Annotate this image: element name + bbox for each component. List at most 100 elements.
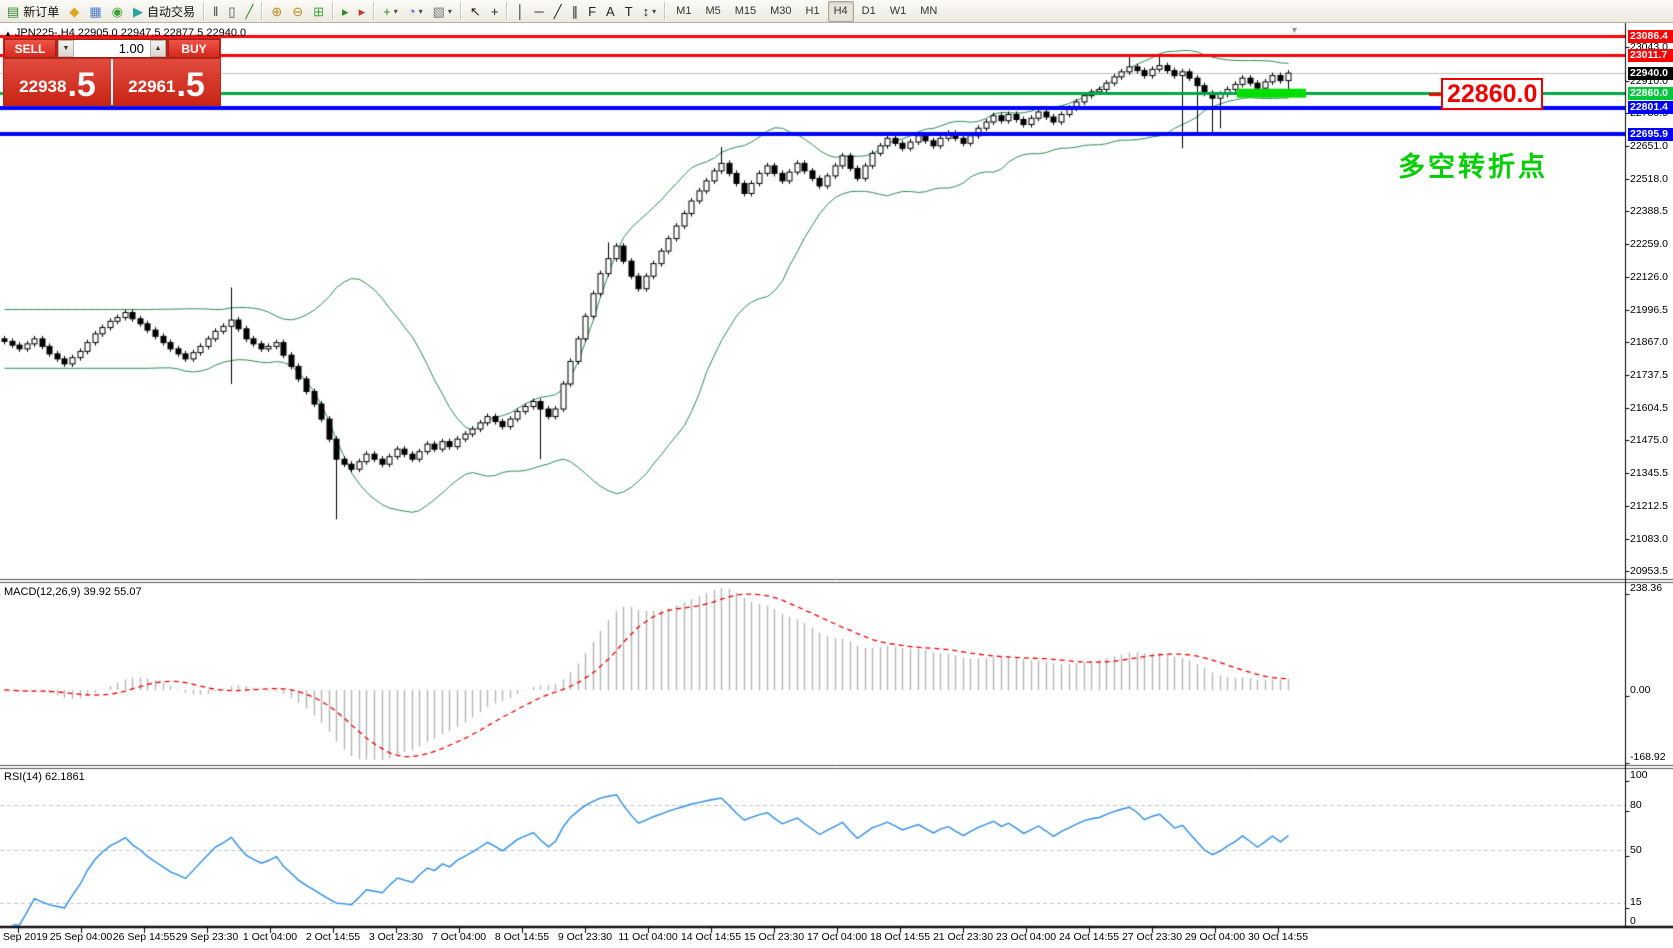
- timeframe-w1-button[interactable]: W1: [884, 1, 913, 22]
- cursor-button[interactable]: ↖: [466, 1, 485, 22]
- price-tick-label: 21083.0: [1630, 533, 1668, 545]
- zoom-out-button[interactable]: ⊖: [288, 1, 307, 22]
- chinese-note-text[interactable]: 多空转折点: [1398, 145, 1548, 184]
- collapse-triangle-icon[interactable]: ▲: [4, 29, 12, 38]
- time-axis-label: 30 Oct 14:55: [1248, 931, 1308, 943]
- templates-button[interactable]: ▧▾: [429, 1, 456, 22]
- candlestick-chart-button[interactable]: ▯: [224, 1, 239, 22]
- time-axis-label: 26 Sep 14:55: [113, 931, 175, 943]
- chevron-down-icon: ▾: [652, 7, 656, 16]
- chart-shift-button[interactable]: ▸: [355, 1, 370, 22]
- price-tick-label: 22126.0: [1630, 271, 1668, 283]
- price-line-label: 22801.4: [1628, 101, 1673, 114]
- time-axis-label: 25 Sep 04:00: [50, 931, 112, 943]
- horizontal-line-icon: ─: [535, 5, 544, 18]
- tile-windows-icon: ⊞: [313, 5, 324, 18]
- text-label-button[interactable]: T: [621, 1, 637, 22]
- metaeditor-button[interactable]: ▦: [85, 1, 105, 22]
- price-tick-label: 21867.0: [1630, 336, 1668, 348]
- templates-icon: ▧: [433, 5, 445, 18]
- timeframe-m15-button[interactable]: M15: [729, 1, 762, 22]
- one-click-trading-panel: SELL ▼ ▲ BUY 22938.5 22961.5: [3, 38, 221, 106]
- time-axis-label: 14 Oct 14:55: [681, 931, 741, 943]
- periods-button[interactable]: ◔▾: [404, 1, 427, 22]
- new-order-button[interactable]: ▤新订单: [3, 1, 63, 22]
- chart-shift-marker-icon[interactable]: ▼: [1290, 25, 1299, 35]
- text-button[interactable]: A: [602, 1, 619, 22]
- price-tick-label: 21996.5: [1630, 304, 1668, 316]
- bar-chart-button[interactable]: ‖: [209, 1, 222, 22]
- cursor-icon: ↖: [470, 5, 481, 18]
- fibonacci-button[interactable]: F: [584, 1, 600, 22]
- macd-label: MACD(12,26,9) 39.92 55.07: [4, 586, 142, 598]
- vertical-line-button[interactable]: │: [512, 1, 528, 22]
- bar-chart-icon: ‖: [213, 5, 218, 18]
- arrows-button[interactable]: ↕▾: [639, 1, 661, 22]
- price-tick-label: 22259.0: [1630, 238, 1668, 250]
- horizontal-line-button[interactable]: ─: [531, 1, 548, 22]
- tile-windows-button[interactable]: ⊞: [309, 1, 328, 22]
- toolbar: ▤新订单◆▦◉▶自动交易‖▯╱⊕⊖⊞▸▸+▾◔▾▧▾↖+│─╱∥FAT↕▾M1M…: [0, 0, 1673, 23]
- price-line-label: 22940.0: [1628, 67, 1673, 80]
- autotrading-icon: ▶: [133, 5, 143, 18]
- candlestick-chart-icon: ▯: [228, 5, 235, 18]
- line-chart-button[interactable]: ╱: [242, 1, 258, 22]
- timeframe-m5-button[interactable]: M5: [699, 1, 726, 22]
- volume-decrease-button[interactable]: ▼: [58, 40, 74, 57]
- price-annotation-box[interactable]: 22860.0: [1441, 78, 1543, 110]
- timeframe-h1-button[interactable]: H1: [800, 1, 826, 22]
- timeframe-m30-button[interactable]: M30: [764, 1, 797, 22]
- market-watch-button[interactable]: ◆: [65, 1, 83, 22]
- equidistant-channel-button[interactable]: ∥: [568, 1, 583, 22]
- buy-price-pip: .5: [176, 68, 204, 102]
- buy-price[interactable]: 22961.5: [113, 59, 220, 105]
- time-axis-label: 7 Oct 04:00: [432, 931, 486, 943]
- volume-input[interactable]: [74, 40, 150, 57]
- periods-icon: ◔: [408, 5, 416, 18]
- price-line-label: 22860.0: [1628, 87, 1673, 100]
- vertical-line-icon: │: [516, 5, 524, 18]
- sell-button[interactable]: SELL: [4, 39, 56, 58]
- auto-scroll-button[interactable]: ▸: [338, 1, 353, 22]
- fibonacci-icon: F: [588, 5, 596, 18]
- indicators-button[interactable]: +▾: [379, 1, 402, 22]
- timeframe-m1-button[interactable]: M1: [670, 1, 697, 22]
- macd-axis-label: 0.00: [1630, 684, 1650, 696]
- price-tick-label: 21345.5: [1630, 467, 1668, 479]
- rsi-axis-label: 80: [1630, 799, 1642, 811]
- price-line-label: 23086.4: [1628, 30, 1673, 43]
- price-tick-label: 20953.5: [1630, 565, 1668, 577]
- zoom-in-icon: ⊕: [271, 5, 282, 18]
- time-axis-label: 18 Oct 14:55: [870, 931, 930, 943]
- price-tick-label: 21604.5: [1630, 402, 1668, 414]
- text-label-icon: T: [625, 5, 633, 18]
- chart-canvas[interactable]: [0, 0, 1673, 948]
- time-axis-label: 23 Oct 04:00: [996, 931, 1056, 943]
- chevron-down-icon: ▾: [419, 7, 423, 16]
- timeframe-mn-button[interactable]: MN: [914, 1, 943, 22]
- autotrading-button[interactable]: ▶自动交易: [129, 1, 199, 22]
- buy-button[interactable]: BUY: [168, 39, 220, 58]
- metaeditor-icon: ▦: [89, 5, 101, 18]
- timeframe-d1-button[interactable]: D1: [856, 1, 882, 22]
- sell-price-main: 22938: [19, 72, 66, 102]
- volume-increase-button[interactable]: ▲: [150, 40, 166, 57]
- time-axis-label: 3 Oct 23:30: [369, 931, 423, 943]
- zoom-in-button[interactable]: ⊕: [267, 1, 286, 22]
- price-line-label: 23011.7: [1628, 49, 1673, 62]
- price-tick-label: 22388.5: [1630, 205, 1668, 217]
- trendline-icon: ╱: [554, 5, 562, 18]
- rsi-axis-label: 0: [1630, 915, 1636, 927]
- signals-icon: ◉: [112, 5, 123, 18]
- sell-price-pip: .5: [67, 68, 95, 102]
- timeframe-h4-button[interactable]: H4: [828, 1, 854, 22]
- time-axis-label: 11 Oct 04:00: [618, 931, 677, 943]
- crosshair-icon: +: [491, 5, 499, 18]
- chevron-down-icon: ▾: [448, 7, 452, 16]
- equidistant-channel-icon: ∥: [572, 5, 579, 18]
- price-tick-label: 21212.5: [1630, 500, 1668, 512]
- crosshair-button[interactable]: +: [487, 1, 503, 22]
- signals-button[interactable]: ◉: [108, 1, 127, 22]
- trendline-button[interactable]: ╱: [550, 1, 566, 22]
- sell-price[interactable]: 22938.5: [4, 59, 111, 105]
